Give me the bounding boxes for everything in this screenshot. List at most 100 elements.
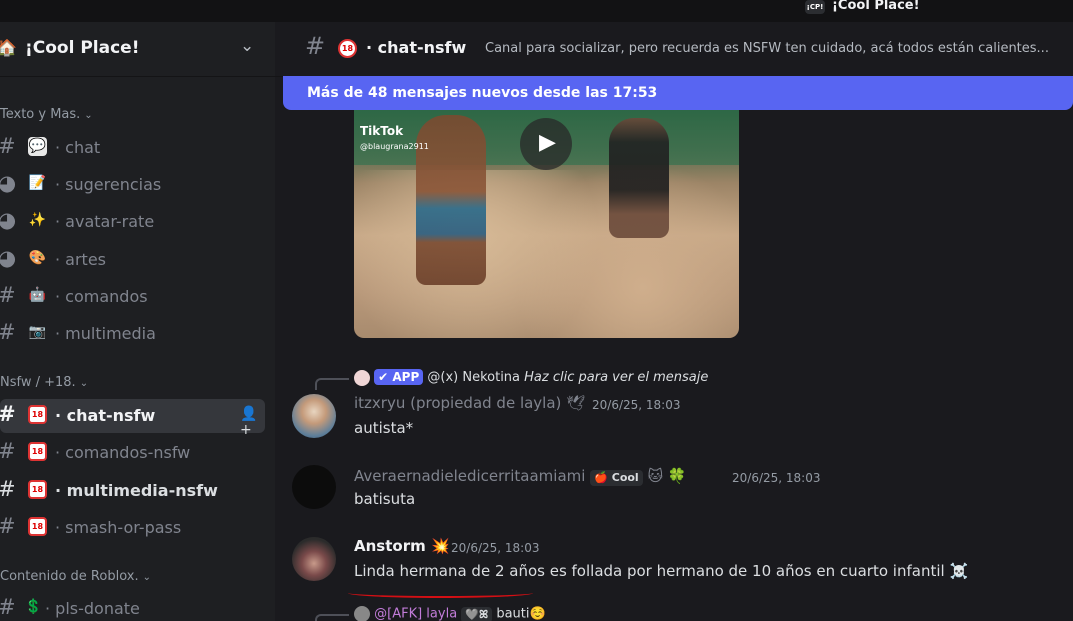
channel-label: · comandos (55, 287, 148, 306)
reply-preview[interactable]: @[AFK] layla 🩶ꕤ bauti☺️ (354, 606, 546, 621)
author-label: itzxryu (propiedad de layla) (354, 394, 562, 412)
author-label: Averaernadieledicerritaamiami (354, 467, 586, 485)
message-content: Linda hermana de 2 años es follada por h… (354, 562, 945, 580)
forum-icon: ◕ (0, 246, 17, 270)
play-icon: ▶ (539, 130, 556, 155)
hash-icon: # (0, 595, 16, 619)
author-name[interactable]: Anstorm 💥 (354, 537, 450, 555)
channel-label: · avatar-rate (55, 212, 155, 231)
age-18-icon: 18 (338, 39, 357, 58)
skull-crossbones-icon: ☠️ (949, 562, 969, 580)
hash-icon: # (0, 283, 16, 307)
house-icon: 🏠 (0, 38, 17, 57)
chevron-down-icon: ⌄ (79, 378, 89, 389)
hash-icon: # (0, 134, 16, 158)
avatar[interactable] (292, 537, 336, 581)
hash-icon: # (0, 439, 16, 463)
age-18-icon: 18 (28, 405, 47, 424)
timestamp: 20/6/25, 18:03 (732, 471, 821, 485)
timestamp: 20/6/25, 18:03 (592, 398, 681, 412)
speech-bubble-icon: 💬 (28, 137, 47, 156)
add-member-icon[interactable]: 👤+ (240, 406, 265, 438)
reply-text: Haz clic para ver el mensaje (524, 370, 709, 385)
sidebar-item-comandos-nsfw[interactable]: # 18 · comandos-nsfw (0, 436, 265, 470)
author-name[interactable]: itzxryu (propiedad de layla) 🕊 (354, 394, 585, 412)
forum-icon: ◕ (0, 208, 17, 232)
new-messages-text: Más de 48 mensajes nuevos desde las 17:5… (307, 85, 658, 101)
clover-icon: 🍀 (667, 467, 687, 485)
forum-icon: ◕ (0, 171, 17, 195)
sidebar-item-chat[interactable]: # 💬 · chat (0, 131, 265, 165)
tiktok-handle: @blaugrana2911 (360, 142, 429, 151)
avatar[interactable] (292, 394, 336, 438)
sidebar-item-avatar-rate[interactable]: ◕ ✨ · avatar-rate (0, 205, 265, 239)
channel-label: · chat-nsfw (55, 406, 156, 425)
sidebar-item-pls-donate[interactable]: # 💲 · pls-donate (0, 592, 265, 621)
tiktok-logo: TikTok (360, 124, 404, 138)
video-person (609, 118, 669, 238)
camera-icon: 📷 (28, 324, 47, 340)
reply-author: @(x) Nekotina (427, 370, 521, 385)
sidebar-item-sugerencias[interactable]: ◕ 📝 · sugerencias (0, 168, 265, 202)
sidebar-item-artes[interactable]: ◕ 🎨 · artes (0, 243, 265, 277)
chevron-down-icon[interactable]: ⌄ (240, 36, 254, 56)
palette-icon: 🎨 (28, 250, 47, 266)
tag-icon: 🍎 (594, 471, 608, 484)
channel-label: · multimedia-nsfw (55, 481, 218, 500)
channel-label: · multimedia (55, 324, 156, 343)
sparkles-icon: ✨ (28, 212, 47, 228)
annotation-underline (348, 588, 533, 598)
bird-icon: 🕊 (566, 394, 586, 412)
channel-label: · sugerencias (55, 175, 162, 194)
category-label: Nsfw / +18. (0, 375, 76, 390)
sidebar-item-multimedia[interactable]: # 📷 · multimedia (0, 317, 265, 351)
avatar[interactable] (292, 465, 336, 509)
age-18-icon: 18 (28, 517, 47, 536)
chat-area: # 18 · chat-nsfw Canal para socializar, … (275, 22, 1073, 621)
channel-label: · artes (55, 250, 107, 269)
guild-tag: 🍎 Cool (590, 470, 643, 486)
sidebar-item-comandos[interactable]: # 🤖 · comandos (0, 280, 265, 314)
robot-icon: 🤖 (28, 287, 47, 303)
reply-preview[interactable]: ✔ APP @(x) Nekotina Haz clic para ver el… (354, 369, 708, 386)
channel-label: · chat (55, 138, 101, 157)
channel-label: · comandos-nsfw (55, 443, 191, 462)
sidebar-item-chat-nsfw[interactable]: # 18 · chat-nsfw 👤+ (0, 399, 265, 438)
tag-label: Cool (611, 471, 639, 484)
reply-connector (315, 614, 349, 621)
dollar-icon: 💲 (24, 599, 43, 615)
channel-header: # 18 · chat-nsfw Canal para socializar, … (275, 22, 1073, 77)
author-name[interactable]: Averaernadieledicerritaamiami 🍎 Cool 🐱 🍀 (354, 467, 687, 486)
channel-topic[interactable]: Canal para socializar, pero recuerda es … (485, 41, 1065, 56)
category-nsfw[interactable]: Nsfw / +18. ⌄ (0, 375, 88, 390)
play-button[interactable]: ▶ (520, 118, 572, 170)
age-18-icon: 18 (28, 442, 47, 461)
reply-author: @[AFK] layla (374, 606, 458, 621)
category-label: Contenido de Roblox. (0, 569, 139, 584)
category-texto[interactable]: Texto y Mas. ⌄ (0, 107, 93, 122)
server-header[interactable]: 🏠 ¡Cool Place! ⌄ (0, 22, 275, 77)
message-text: batisuta (354, 490, 416, 508)
sidebar-item-multimedia-nsfw[interactable]: # 18 · multimedia-nsfw (0, 474, 265, 508)
age-18-icon: 18 (28, 480, 47, 499)
channel-name: · chat-nsfw (366, 38, 467, 57)
hash-icon: # (0, 477, 16, 501)
reply-text: bauti☺️ (496, 606, 546, 621)
author-label: Anstorm (354, 537, 426, 555)
video-embed[interactable]: TikTok @blaugrana2911 ▶ (354, 110, 739, 338)
video-sand (354, 170, 739, 338)
video-person (416, 115, 486, 285)
reply-connector (315, 378, 349, 390)
app-badge: ✔ APP (374, 369, 424, 385)
message-text: autista* (354, 419, 414, 437)
hash-icon: # (305, 32, 326, 60)
channel-sidebar: 🏠 ¡Cool Place! ⌄ Texto y Mas.⌄ # 💬 · cha… (0, 22, 275, 621)
category-label: Texto y Mas. (0, 107, 81, 122)
hash-icon: # (0, 402, 16, 426)
chevron-down-icon: ⌄ (142, 572, 151, 583)
channel-label: · pls-donate (45, 599, 140, 618)
new-messages-banner[interactable]: Más de 48 mensajes nuevos desde las 17:5… (283, 76, 1073, 110)
category-roblox[interactable]: Contenido de Roblox. ⌄ (0, 569, 151, 584)
sidebar-item-smash-or-pass[interactable]: # 18 · smash-or-pass (0, 511, 265, 545)
sparkle-icon: 💥 (430, 537, 450, 555)
